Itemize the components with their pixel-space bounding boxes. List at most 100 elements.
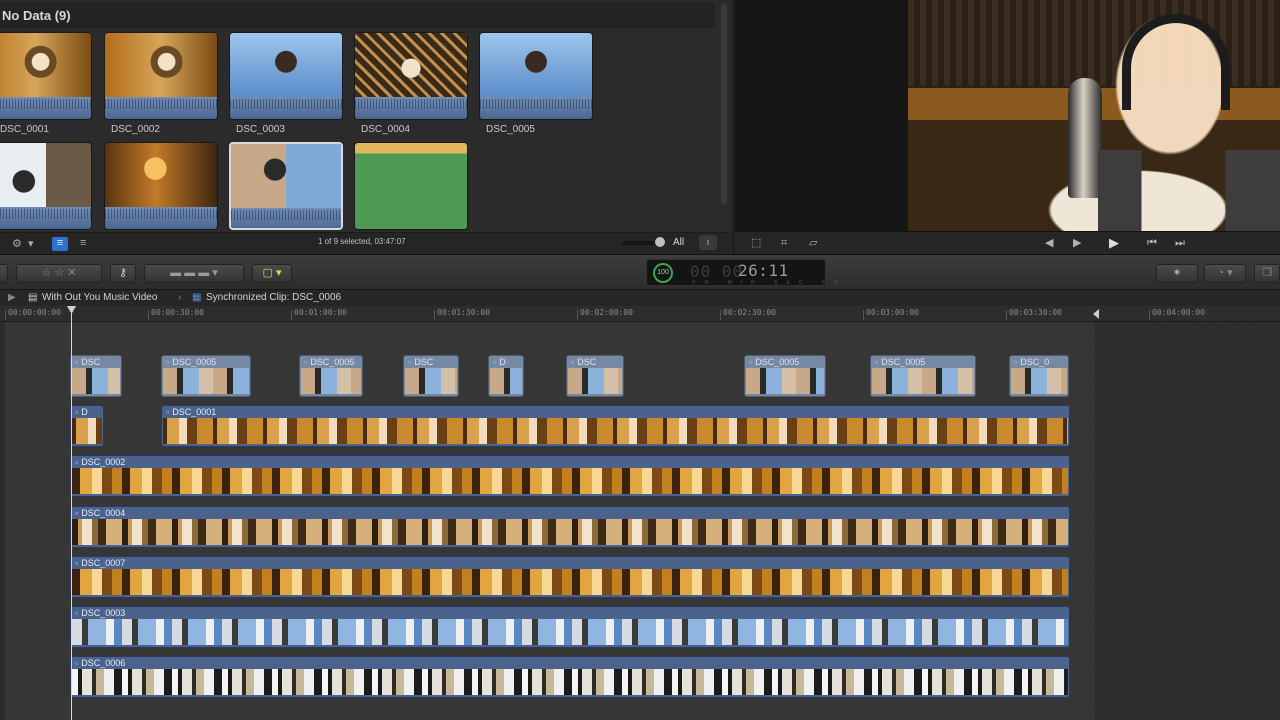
clip-label: ▫ DSC_0 xyxy=(1014,357,1049,367)
clip-icon: ▫ xyxy=(75,457,79,467)
clip-label-text: DSC xyxy=(81,357,101,367)
synchronized-clip-icon: ▦ xyxy=(192,292,202,303)
browser-scrollbar[interactable] xyxy=(721,4,727,204)
clip-label-text: DSC_0004 xyxy=(81,508,126,518)
clip-label-text: DSC_0007 xyxy=(81,558,126,568)
clip-filmstrip xyxy=(72,418,102,444)
list-view-icon[interactable]: ≡ xyxy=(80,237,86,251)
edit-buttons[interactable]: ▬ ▬ ▬ ▾ xyxy=(144,264,244,283)
viewer-video-frame xyxy=(908,0,1280,231)
effects-wand-icon[interactable]: ✶ xyxy=(1156,264,1198,283)
clip-thumbnail-dsc-0003[interactable] xyxy=(229,32,343,120)
clip-label: ▫ DSC_0003 xyxy=(75,608,125,618)
fit-frame-icon[interactable]: ⬚ xyxy=(751,236,761,250)
clip-thumbnail-audio[interactable] xyxy=(354,142,468,230)
clip-thumbnail-dsc-0001[interactable] xyxy=(0,32,92,120)
rating-buttons[interactable]: ☆ ☆ ✕ xyxy=(16,264,102,283)
timeline-upper-clip[interactable]: ▫ DSC_0005 xyxy=(870,355,976,397)
playhead[interactable] xyxy=(71,306,72,720)
clip-thumbnail-7[interactable] xyxy=(104,142,218,230)
timeline-upper-clip[interactable]: ▫ DSC xyxy=(403,355,459,397)
clip-audio-waveform xyxy=(105,207,217,229)
clip-icon: ▫ xyxy=(166,357,170,367)
clip-thumbnail-dsc-0002[interactable] xyxy=(104,32,218,120)
clip-name: DSC_0003 xyxy=(236,124,285,135)
clip-icon: ▫ xyxy=(75,407,79,417)
breadcrumb-project[interactable]: With Out You Music Video xyxy=(42,292,157,303)
clip-label-text: DSC_0003 xyxy=(81,608,126,618)
timeline-clip-dsc-0006[interactable]: ▫ DSC_0006 xyxy=(70,656,1070,698)
clip-appearance-icon[interactable]: ı xyxy=(699,235,717,250)
toolbar-edge-button[interactable] xyxy=(0,264,8,283)
clip-filter-select[interactable]: All xyxy=(673,237,684,248)
clip-thumbnail-image xyxy=(480,33,592,97)
go-to-end-icon[interactable]: ⏭ xyxy=(1175,236,1185,250)
clip-filmstrip xyxy=(568,368,622,394)
clip-label: ▫ DSC_0006 xyxy=(75,658,125,668)
timeline-upper-clip[interactable]: ▫ DSC_0005 xyxy=(161,355,251,397)
previous-frame-icon[interactable]: ◀ xyxy=(1045,236,1053,250)
timeline-clip-dsc-0007[interactable]: ▫ DSC_0007 xyxy=(70,556,1070,598)
clip-audio-waveform xyxy=(480,97,592,119)
clip-label: ▫ DSC_0002 xyxy=(75,457,125,467)
go-to-start-icon[interactable]: ⏮ xyxy=(1147,236,1157,250)
clip-filmstrip xyxy=(490,368,522,394)
timeline-upper-clip[interactable]: ▫ DSC_0005 xyxy=(744,355,826,397)
clip-thumbnail-dsc-0004[interactable] xyxy=(354,32,468,120)
filmstrip-view-icon[interactable]: ≡ xyxy=(52,237,68,251)
timecode-badge: 100 xyxy=(653,263,673,283)
next-frame-icon[interactable]: ▶ xyxy=(1073,236,1081,250)
timeline-clip-dsc-0001[interactable]: ▫ DSC_0001 xyxy=(161,405,1070,447)
breadcrumb-clip[interactable]: Synchronized Clip: DSC_0006 xyxy=(206,292,341,303)
clip-filmstrip xyxy=(72,569,1068,595)
clip-label: ▫ DSC_0005 xyxy=(749,357,799,367)
action-gear-icon[interactable]: ⚙ xyxy=(12,237,22,251)
zoom-slider-knob[interactable] xyxy=(655,237,665,247)
crop-icon[interactable]: ⌗ xyxy=(781,236,787,250)
clip-icon: ▫ xyxy=(493,357,497,367)
timeline-upper-clip[interactable]: ▫ DSC xyxy=(70,355,122,397)
clip-label: ▫ DSC_0005 xyxy=(875,357,925,367)
clip-icon: ▫ xyxy=(75,357,79,367)
clip-filmstrip xyxy=(1011,368,1067,394)
ruler-tick xyxy=(1149,310,1150,320)
key-icon[interactable]: ⚷ xyxy=(110,264,136,283)
clip-name: DSC_0001 xyxy=(0,124,49,135)
timeline-clip-short[interactable]: ▫ D xyxy=(70,405,104,447)
clip-thumbnail-6[interactable] xyxy=(0,142,92,230)
ruler-timecode-label: 00:03:00:00 xyxy=(866,308,919,317)
clip-label-text: DSC_0005 xyxy=(755,357,800,367)
timeline-upper-clip[interactable]: ▫ DSC xyxy=(566,355,624,397)
clip-filmstrip xyxy=(872,368,974,394)
clip-label: ▫ DSC_0004 xyxy=(75,508,125,518)
play-icon[interactable]: ▶ xyxy=(1109,236,1119,250)
clip-thumbnail-selected[interactable] xyxy=(229,142,343,230)
audio-skimming-icon[interactable]: ▢ ▾ xyxy=(252,264,292,283)
clip-filmstrip xyxy=(301,368,361,394)
timeline-upper-clip[interactable]: ▫ DSC_0 xyxy=(1009,355,1069,397)
ruler-tick xyxy=(291,310,292,320)
timeline-clip-dsc-0003[interactable]: ▫ DSC_0003 xyxy=(70,606,1070,648)
clip-audio-waveform xyxy=(231,208,341,228)
background-tasks-icon[interactable]: ◔ ▾ xyxy=(1204,264,1246,283)
clip-label-text: D xyxy=(81,407,88,417)
timeline-clip-dsc-0004[interactable]: ▫ DSC_0004 xyxy=(70,506,1070,548)
clip-audio-waveform xyxy=(0,97,91,119)
timeline-left-gutter xyxy=(0,322,5,720)
clip-filmstrip xyxy=(72,669,1068,695)
browser-toggle-icon[interactable]: ❐ xyxy=(1254,264,1280,283)
clip-thumbnail-image xyxy=(0,33,91,97)
clip-thumbnail-dsc-0005[interactable] xyxy=(479,32,593,120)
clip-thumbnail-image xyxy=(230,33,342,97)
ruler-tick xyxy=(863,310,864,320)
clip-thumbnail-image xyxy=(105,143,217,207)
distort-icon[interactable]: ▱ xyxy=(809,236,817,250)
ruler-timecode-label: 00:03:30:00 xyxy=(1009,308,1062,317)
timeline-clip-dsc-0002[interactable]: ▫ DSC_0002 xyxy=(70,455,1070,497)
clip-audio-waveform xyxy=(105,97,217,119)
back-arrow-icon[interactable]: ▶ xyxy=(8,292,16,303)
timeline-upper-clip[interactable]: ▫ DSC_0005 xyxy=(299,355,363,397)
timeline-upper-clip[interactable]: ▫ D xyxy=(488,355,524,397)
chevron-down-icon[interactable]: ▾ xyxy=(28,237,34,251)
ruler-tick xyxy=(434,310,435,320)
